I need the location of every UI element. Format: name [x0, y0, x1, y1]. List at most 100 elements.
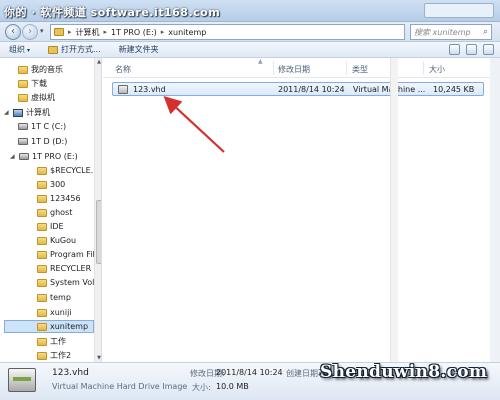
folder-icon — [37, 308, 47, 317]
breadcrumb-computer[interactable]: 计算机 — [76, 27, 100, 38]
nav-item-label: RECYCLER — [50, 264, 92, 273]
organize-label: 组织 — [9, 45, 25, 54]
open-with-label: 打开方式... — [61, 45, 101, 54]
nav-item-computer[interactable]: ◢ 计算机 — [4, 106, 50, 119]
view-controls — [449, 44, 494, 55]
nav-item-work[interactable]: 工作 — [37, 335, 66, 348]
nav-item-label: temp — [50, 293, 71, 302]
nav-item-label: xuniji — [50, 308, 72, 317]
nav-item-kugou[interactable]: KuGou — [37, 234, 76, 247]
details-filetype: Virtual Machine Hard Drive Image — [52, 382, 188, 391]
folder-icon — [37, 278, 47, 287]
nav-item-vm[interactable]: 虚拟机 — [18, 91, 55, 104]
computer-icon — [13, 108, 23, 117]
nav-item-system-volume[interactable]: System Volu — [37, 276, 99, 289]
folder-icon — [37, 236, 47, 245]
nav-item-label: 下载 — [31, 79, 47, 88]
open-with-button[interactable]: 打开方式... — [39, 44, 110, 55]
expand-icon[interactable]: ◢ — [4, 109, 10, 116]
nav-item-ide[interactable]: IDE — [37, 220, 64, 233]
nav-item-label: xunitemp — [50, 322, 89, 331]
nav-item-xuniji[interactable]: xuniji — [37, 306, 72, 319]
open-with-icon — [48, 45, 59, 54]
search-icon[interactable]: ⌕ — [483, 27, 488, 37]
recent-pages-dropdown[interactable]: ▾ — [40, 27, 44, 35]
nav-item-temp[interactable]: temp — [37, 291, 71, 304]
file-list: 名称 ▲ 修改日期 类型 大小 123.vhd 2011/8/14 10:24 … — [103, 58, 490, 362]
nav-item-recycle-bin[interactable]: $RECYCLE.B — [37, 164, 99, 177]
breadcrumb-drive[interactable]: 1T PRO (E:) — [111, 28, 157, 37]
file-size: 10,245 KB — [433, 85, 475, 94]
nav-item-downloads[interactable]: 下载 — [18, 77, 47, 90]
help-icon[interactable] — [483, 44, 494, 55]
folder-icon — [37, 250, 47, 259]
nav-item-label: KuGou — [50, 236, 77, 245]
details-created-label: 创建日期: — [286, 369, 321, 378]
nav-scrollbar-thumb[interactable] — [96, 200, 101, 264]
chevron-down-icon: ▾ — [27, 47, 31, 54]
details-modified-value: 2011/8/14 10:24 — [216, 368, 283, 377]
title-bar-controls — [424, 3, 494, 18]
address-bar: ‹ › ▾ ▸ 计算机 ▸ 1T PRO (E:) ▸ xunitemp 搜索 … — [0, 22, 500, 42]
title-bar: 你的 · 软件频道 software.it168.com — [0, 0, 500, 22]
folder-icon — [18, 93, 28, 102]
organize-button[interactable]: 组织 ▾ — [0, 44, 39, 55]
folder-icon — [54, 28, 64, 36]
folder-icon — [37, 194, 47, 203]
file-name: 123.vhd — [133, 85, 166, 94]
folder-icon — [37, 222, 47, 231]
column-name[interactable]: 名称 — [115, 64, 131, 75]
address-field[interactable]: ▸ 计算机 ▸ 1T PRO (E:) ▸ xunitemp — [50, 24, 405, 40]
nav-item-recycler[interactable]: RECYCLER — [37, 262, 91, 275]
nav-item-label: 1T PRO (E:) — [32, 152, 78, 161]
column-size[interactable]: 大小 — [429, 64, 445, 75]
view-options-icon[interactable] — [449, 44, 460, 55]
command-bar: 组织 ▾ 打开方式... 新建文件夹 — [0, 42, 500, 58]
nav-item-123456[interactable]: 123456 — [37, 192, 81, 205]
file-row-123-vhd[interactable]: 123.vhd 2011/8/14 10:24 Virtual Machine … — [112, 82, 484, 96]
column-type[interactable]: 类型 — [352, 64, 368, 75]
nav-item-label: Program File — [50, 250, 100, 259]
column-divider[interactable] — [273, 61, 274, 75]
chevron-right-icon: ▸ — [68, 28, 72, 36]
nav-scrollbar[interactable]: ▲ ▼ — [94, 58, 101, 362]
nav-item-program-files[interactable]: Program File — [37, 248, 100, 261]
nav-item-drive-e[interactable]: ◢ 1T PRO (E:) — [10, 150, 78, 163]
details-size-value: 10.0 MB — [216, 382, 249, 391]
scroll-down-arrow-icon[interactable]: ▼ — [95, 354, 101, 362]
nav-item-xunitemp[interactable]: xunitemp — [4, 320, 94, 333]
preview-pane-icon[interactable] — [466, 44, 477, 55]
nav-item-label: 300 — [50, 180, 66, 189]
folder-icon — [18, 65, 28, 74]
column-date[interactable]: 修改日期 — [278, 64, 310, 75]
nav-item-label: 我的音乐 — [31, 65, 63, 74]
search-placeholder: 搜索 xunitemp — [414, 28, 471, 37]
nav-item-ghost[interactable]: ghost — [37, 206, 72, 219]
nav-item-work2[interactable]: 工作2 — [37, 349, 71, 362]
nav-item-label: 计算机 — [26, 108, 50, 117]
expand-icon[interactable]: ◢ — [10, 153, 16, 160]
new-folder-button[interactable]: 新建文件夹 — [110, 44, 168, 55]
vhd-file-icon — [118, 85, 128, 94]
window-edge — [490, 58, 500, 362]
folder-icon — [37, 208, 47, 217]
column-divider[interactable] — [346, 61, 347, 75]
nav-item-music[interactable]: 我的音乐 — [18, 63, 63, 76]
content-scrollbar[interactable] — [390, 58, 398, 362]
nav-item-label: $RECYCLE.B — [50, 166, 99, 175]
nav-item-300[interactable]: 300 — [37, 178, 65, 191]
forward-button[interactable]: › — [22, 24, 38, 40]
search-input[interactable]: 搜索 xunitemp ⌕ — [410, 24, 492, 40]
breadcrumb-folder[interactable]: xunitemp — [168, 28, 206, 37]
nav-item-drive-d[interactable]: 1T D (D:) — [18, 135, 67, 148]
folder-icon — [37, 264, 47, 273]
watermark-top: 你的 · 软件频道 software.it168.com — [4, 6, 221, 19]
nav-item-label: 1T D (D:) — [31, 137, 68, 146]
back-button[interactable]: ‹ — [5, 24, 21, 40]
scroll-up-arrow-icon[interactable]: ▲ — [95, 58, 101, 66]
file-date: 2011/8/14 10:24 — [278, 85, 345, 94]
nav-item-label: 123456 — [50, 194, 81, 203]
nav-item-label: ghost — [50, 208, 73, 217]
column-divider[interactable] — [423, 61, 424, 75]
nav-item-drive-c[interactable]: 1T C (C:) — [18, 120, 66, 133]
